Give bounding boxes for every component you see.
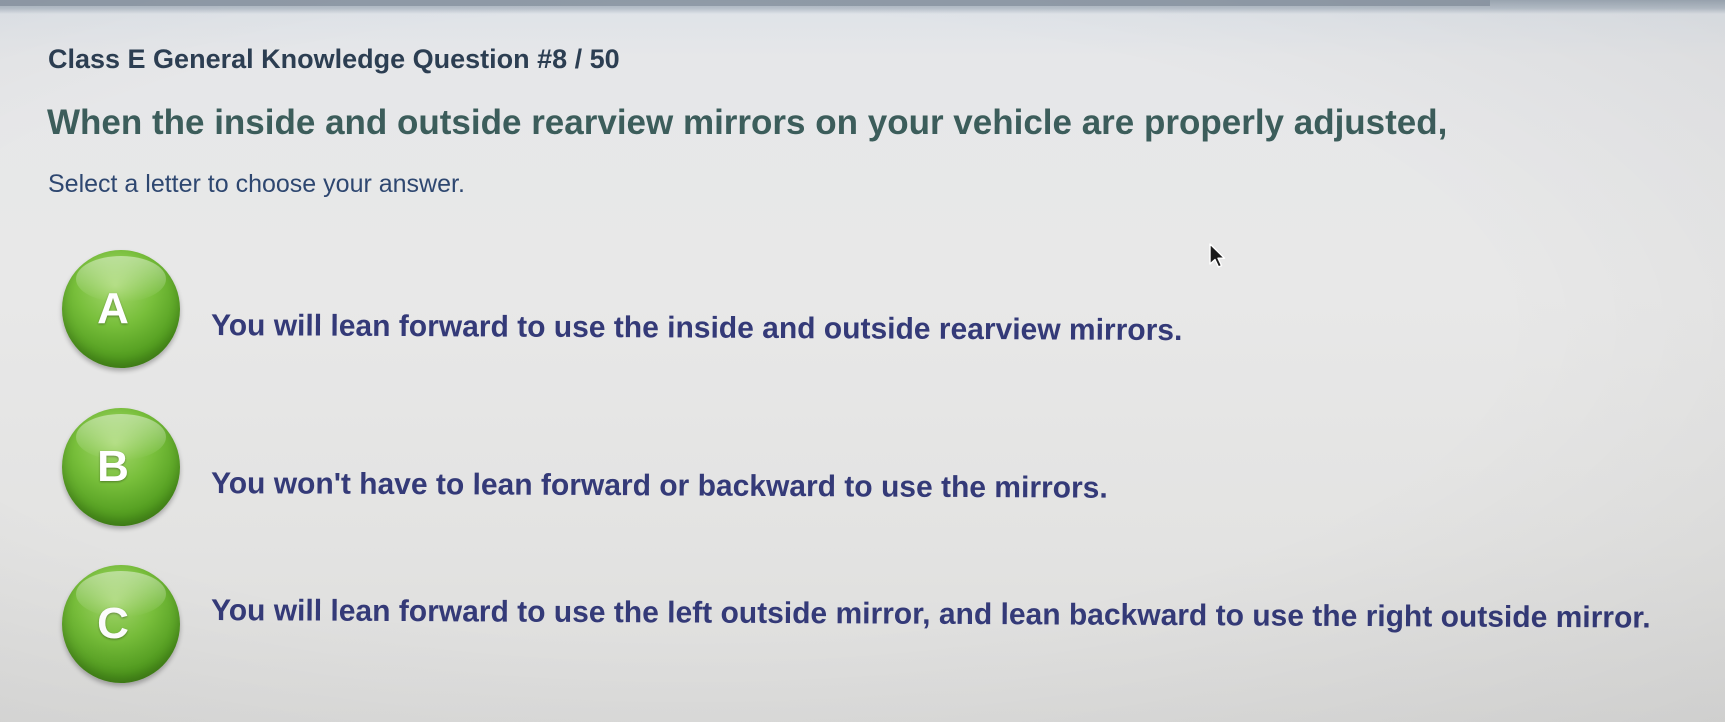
answer-b-letter: B [97, 442, 129, 491]
question-text: When the inside and outside rearview mir… [47, 103, 1448, 142]
answer-option-c: C You will lean forward to use the left … [0, 565, 1725, 685]
answer-c-letter: C [97, 599, 129, 648]
answer-b-text[interactable]: You won't have to lean forward or backwa… [211, 466, 1108, 507]
answer-a-letter: A [97, 284, 129, 333]
answer-c-button[interactable]: C [62, 565, 180, 683]
answer-c-text[interactable]: You will lean forward to use the left ou… [211, 593, 1701, 637]
question-counter: Class E General Knowledge Question #8 / … [48, 44, 620, 74]
answer-a-button[interactable]: A [62, 250, 180, 368]
instruction-text: Select a letter to choose your answer. [48, 170, 465, 198]
answer-option-a: A You will lean forward to use the insid… [0, 250, 1725, 370]
answer-b-button[interactable]: B [62, 408, 180, 526]
mouse-pointer-icon [1209, 243, 1226, 268]
window-top-bar [0, 0, 1490, 6]
answer-option-b: B You won't have to lean forward or back… [0, 408, 1725, 528]
answer-a-text[interactable]: You will lean forward to use the inside … [211, 308, 1183, 349]
window-top-edge [0, 0, 1725, 14]
